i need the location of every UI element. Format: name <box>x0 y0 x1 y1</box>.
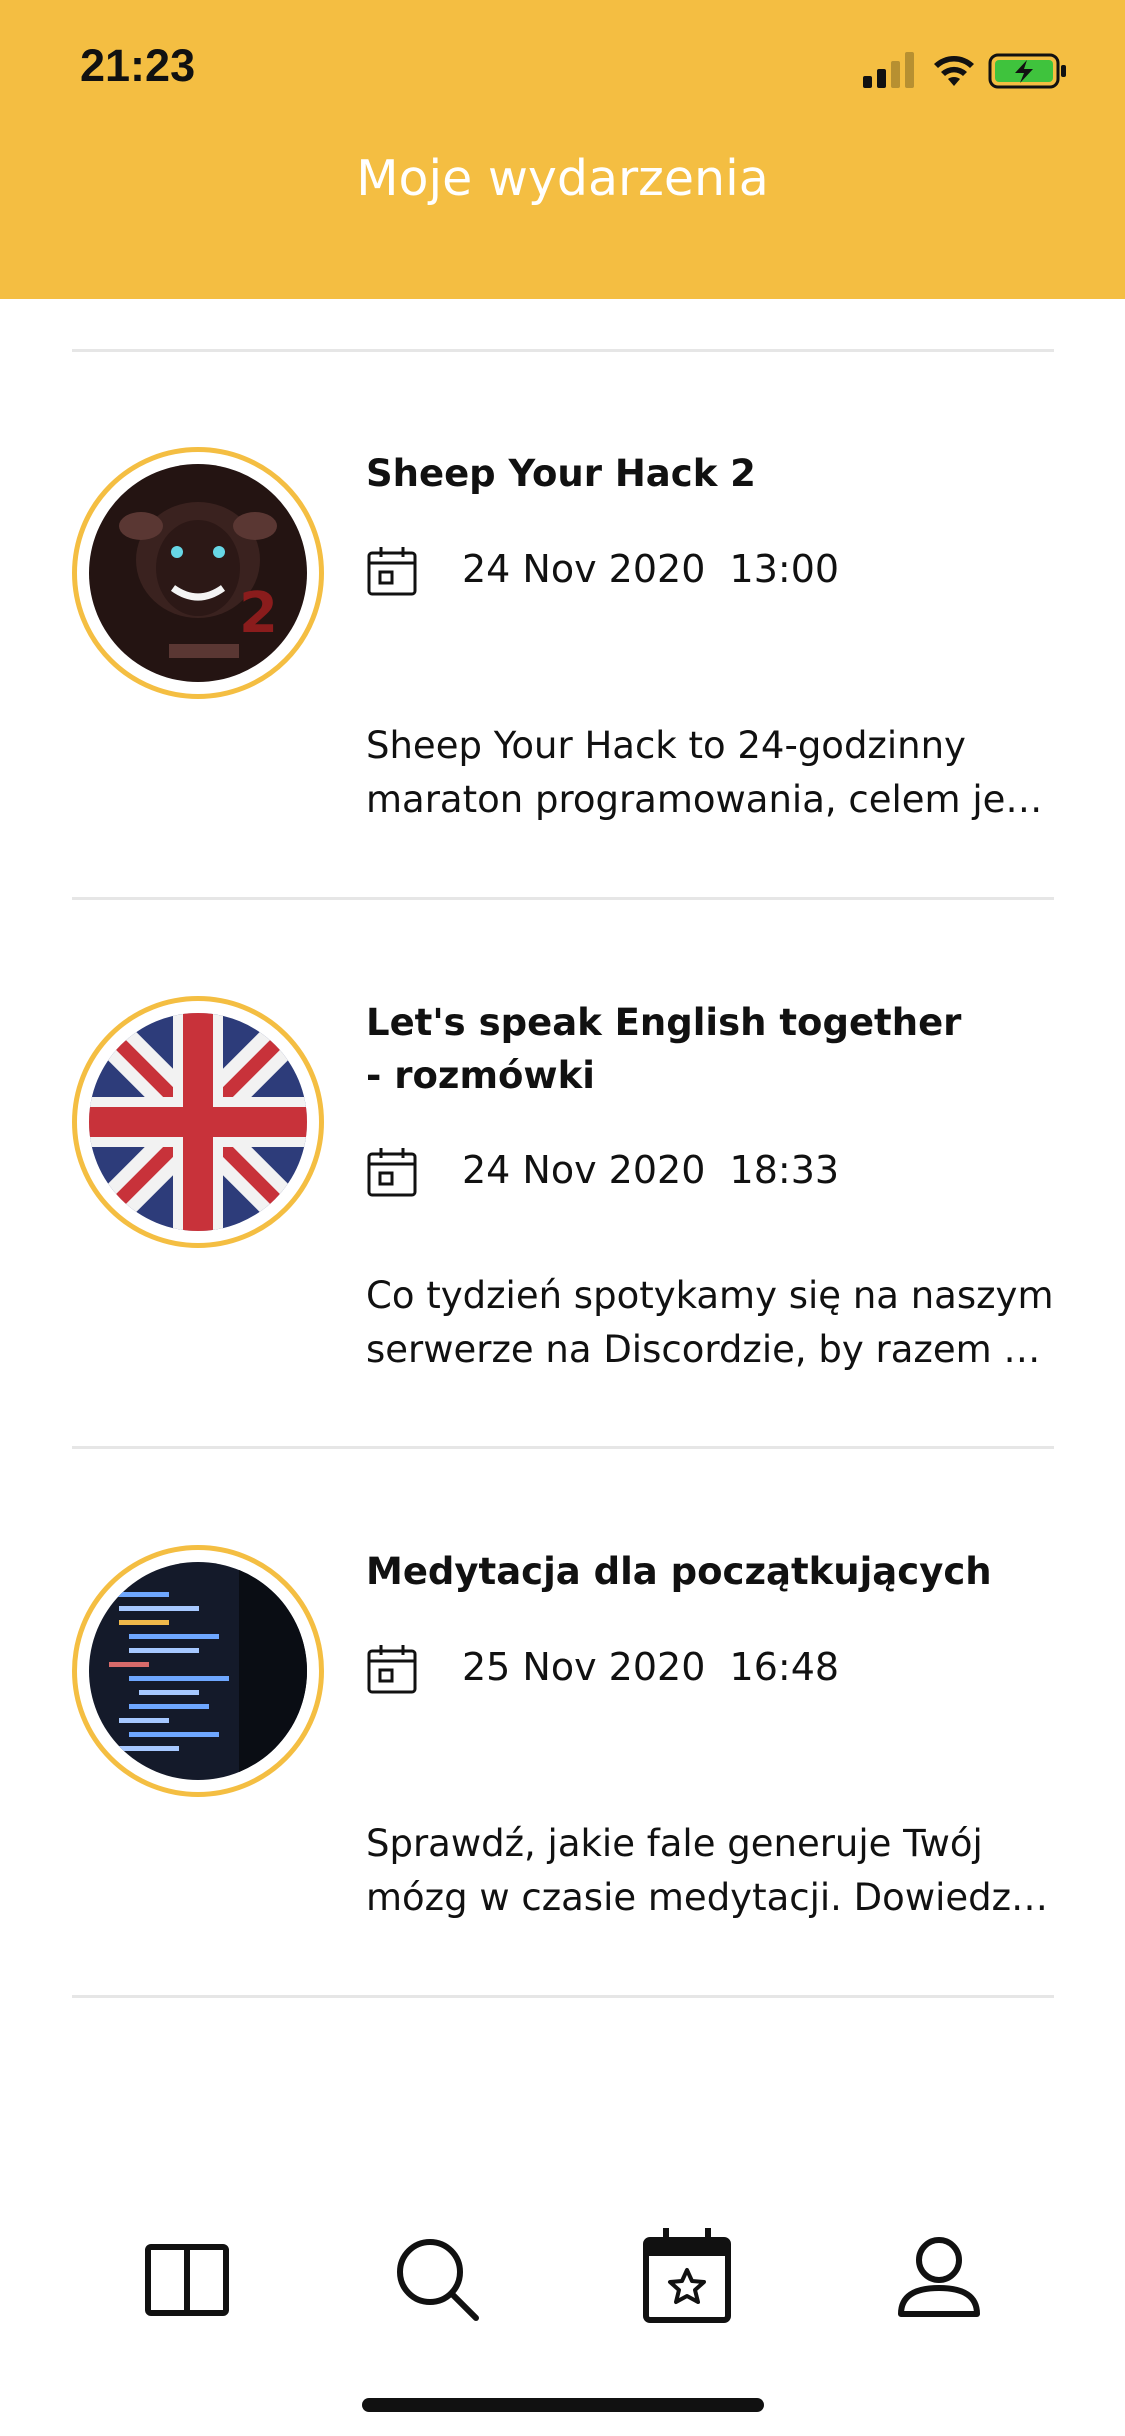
header-bar: 21:23 Moje wydarzenia <box>0 0 1125 299</box>
book-icon <box>145 2244 229 2316</box>
event-date-row: 25 Nov 2020 16:48 <box>366 1639 966 1699</box>
event-date-row: 24 Nov 2020 18:33 <box>366 1142 966 1202</box>
event-date-row: 24 Nov 2020 13:00 <box>366 541 966 601</box>
calendar-icon <box>367 1645 417 1694</box>
profile-icon <box>898 2237 980 2317</box>
description-line: Sheep Your Hack to 24-godzinny <box>366 724 966 767</box>
code-screen-photo <box>89 1562 307 1780</box>
search-icon <box>397 2239 479 2321</box>
calendar-star-icon <box>643 2228 731 2323</box>
event-card[interactable]: Let's speak English together - rozmówki … <box>72 996 1056 1496</box>
description-line: maraton programowania, celem jest s... <box>366 778 1056 821</box>
tab-profile[interactable] <box>884 2220 994 2330</box>
list-divider <box>72 349 1054 352</box>
tab-bar <box>0 2220 1125 2340</box>
status-time: 21:23 <box>80 40 196 91</box>
cellular-signal-icon <box>863 52 914 88</box>
event-image <box>72 996 324 1248</box>
description-line: mózg w czasie medytacji. Dowiedz si... <box>366 1876 1056 1919</box>
status-icons <box>861 48 1081 92</box>
home-indicator <box>362 2398 764 2412</box>
event-description: Sheep Your Hack to 24-godzinny maraton p… <box>366 719 1056 827</box>
event-title: Sheep Your Hack 2 <box>366 452 756 495</box>
event-card[interactable]: 2 Sheep Your Hack 2 24 Nov 2020 13:00 Sh… <box>72 447 1056 947</box>
description-line: Co tydzień spotykamy się na naszym <box>366 1274 1054 1317</box>
event-image <box>72 1545 324 1797</box>
event-description: Co tydzień spotykamy się na naszym serwe… <box>366 1269 1056 1377</box>
event-date: 25 Nov 2020 16:48 <box>462 1645 840 1689</box>
event-image: 2 <box>72 447 324 699</box>
event-date: 24 Nov 2020 18:33 <box>462 1148 840 1192</box>
tab-book[interactable] <box>130 2220 240 2330</box>
calendar-icon <box>367 547 417 596</box>
battery-charging-icon <box>988 53 1066 89</box>
tab-search[interactable] <box>380 2220 490 2330</box>
sheep-hackathon-logo: 2 <box>89 464 307 682</box>
wifi-icon <box>934 56 974 86</box>
event-card[interactable]: Medytacja dla początkujących 25 Nov 2020… <box>72 1545 1056 2045</box>
event-title: Let's speak English together - rozmówki <box>366 1001 962 1097</box>
page-title: Moje wydarzenia <box>356 150 769 207</box>
event-title: Medytacja dla początkujących <box>366 1550 992 1593</box>
description-line: serwerze na Discordzie, by razem dos... <box>366 1328 1056 1371</box>
description-line: Sprawdź, jakie fale generuje Twój <box>366 1822 983 1865</box>
event-description: Sprawdź, jakie fale generuje Twój mózg w… <box>366 1817 1056 1925</box>
svg-text:2: 2 <box>239 581 278 646</box>
tab-my-events[interactable] <box>632 2220 742 2330</box>
calendar-icon <box>367 1148 417 1197</box>
event-date: 24 Nov 2020 13:00 <box>462 547 840 591</box>
union-jack-flag <box>89 1013 307 1231</box>
